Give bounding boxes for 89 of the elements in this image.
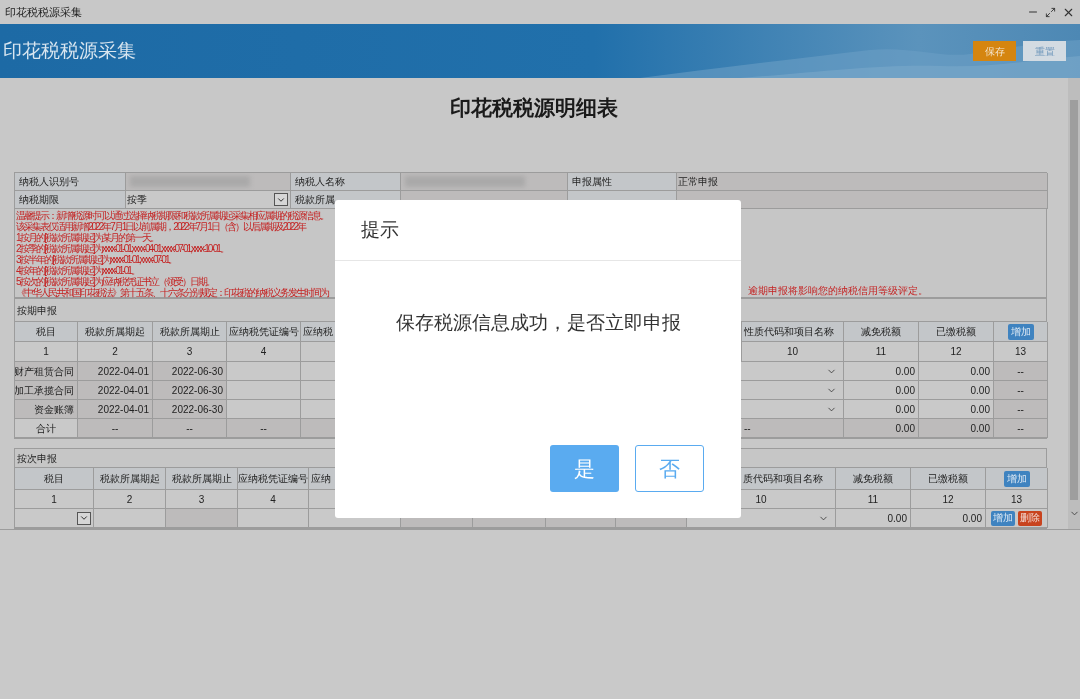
- table-cell: --: [742, 419, 844, 438]
- table-cell: 0.00: [844, 400, 919, 419]
- table-cell: 2022-04-01: [78, 400, 153, 419]
- table-cell: 0.00: [919, 362, 994, 381]
- column-number: 10: [742, 342, 844, 362]
- column-number: 2: [94, 490, 166, 509]
- column-header: 应纳税凭证编号: [238, 468, 309, 490]
- notice-line: 2.按季的[税款所属期起]为xxxx-01-01,xxxx-04-01,xxxx-07-01,xxxx-10-01。: [16, 243, 228, 254]
- column-header: 税款所属期起: [94, 468, 166, 490]
- column-number: 12: [911, 490, 986, 509]
- add-button[interactable]: 增加: [991, 510, 1015, 526]
- table-cell: --: [994, 362, 1048, 381]
- table-cell: 0.00: [911, 509, 986, 528]
- column-number: 11: [844, 342, 919, 362]
- column-number: 3: [166, 490, 238, 509]
- table-cell: 0.00: [844, 419, 919, 438]
- column-number: 3: [153, 342, 227, 362]
- column-header: 应纳税凭证编号: [227, 322, 301, 342]
- field-label: 纳税期限: [15, 191, 126, 209]
- dialog-message: 保存税源信息成功，是否立即申报: [395, 310, 681, 335]
- column-number: 1: [15, 342, 78, 362]
- column-header: 税款所属期止: [153, 322, 227, 342]
- table-cell: 合计: [15, 419, 78, 438]
- column-number: 13: [986, 490, 1048, 509]
- column-number: 1: [15, 490, 94, 509]
- table-cell: --: [994, 419, 1048, 438]
- window-title: 印花税税源采集: [5, 4, 82, 20]
- column-header: 税款所属期起: [78, 322, 153, 342]
- yes-button[interactable]: 是: [550, 445, 619, 492]
- dropdown[interactable]: [15, 509, 94, 528]
- section-title: 按次申报: [17, 451, 57, 466]
- table-cell: --: [78, 419, 153, 438]
- table-cell: 0.00: [919, 419, 994, 438]
- table-cell: 2022-06-30: [153, 362, 227, 381]
- form-title: 印花税税源明细表: [450, 95, 618, 121]
- notice-line: 4.按年的[税款所属期起]为xxxx-01-01。: [16, 265, 139, 276]
- maximize-icon[interactable]: [1045, 6, 1056, 18]
- table-cell: 2022-06-30: [153, 381, 227, 400]
- column-number: 12: [919, 342, 994, 362]
- notice-line: 5.按次的[税款所属期起]为应纳税凭证书立（领受）日期。: [16, 276, 214, 287]
- table-cell: --: [153, 419, 227, 438]
- table-cell: 0.00: [919, 381, 994, 400]
- add-button[interactable]: 增加: [1003, 470, 1030, 487]
- column-number: 2: [78, 342, 153, 362]
- column-number: 11: [836, 490, 911, 509]
- table-cell: 0.00: [836, 509, 911, 528]
- table-cell: 2022-04-01: [78, 362, 153, 381]
- dropdown[interactable]: 按季: [126, 191, 291, 209]
- field-label: 纳税人识别号: [15, 173, 126, 191]
- column-header: 税目: [15, 468, 94, 490]
- table-cell: 0.00: [919, 400, 994, 419]
- table-cell: --: [994, 400, 1048, 419]
- column-header: 税款所属期止: [166, 468, 238, 490]
- save-button[interactable]: 保存: [973, 41, 1016, 61]
- column-number: 4: [227, 342, 301, 362]
- notice-line: 《中华人民共和国印花税法》第十五条、十六条分别规定：印花税的纳税义务发生时间为: [16, 287, 328, 298]
- notice-line: 该采集表仅适用新增2022年7月1日以前属期，2022年7月1日（含）以后属期及2022年: [16, 221, 305, 232]
- table-cell: 加工承揽合同: [15, 381, 78, 400]
- table-cell: --: [227, 419, 301, 438]
- reset-button[interactable]: 重置: [1023, 41, 1066, 61]
- table-cell: 2022-06-30: [153, 400, 227, 419]
- table-cell: 2022-04-01: [78, 381, 153, 400]
- section-title: 按期申报: [17, 303, 57, 318]
- table-cell: 资金账簿: [15, 400, 78, 419]
- field-label: 申报属性: [568, 173, 677, 191]
- no-button[interactable]: 否: [635, 445, 704, 492]
- notice-line: 3.按半年的[税款所属期起]为xxxx-01-01,xxxx-07-01。: [16, 254, 177, 265]
- column-header: 性质代码和项目名称: [742, 322, 844, 342]
- field-value: 正常申报: [677, 173, 1048, 191]
- delete-button[interactable]: 删除: [1018, 510, 1042, 526]
- notice-line: 温馨提示：新增税源时可以通过选择纳税期限和税款所属期起采集相应属期的税源信息。: [16, 210, 328, 221]
- banner-title: 印花税税源采集: [3, 38, 136, 63]
- notice-line: 逾期申报将影响您的纳税信用等级评定。: [748, 285, 928, 296]
- table-cell: 财产租赁合同: [15, 362, 78, 381]
- column-number: 4: [238, 490, 309, 509]
- add-button[interactable]: 增加: [1007, 323, 1034, 340]
- notice-line: 1.按月的[税款所属期起]为某月的第一天。: [16, 232, 158, 243]
- column-header: 已缴税额: [919, 322, 994, 342]
- field-label: 纳税人名称: [291, 173, 401, 191]
- column-header: 减免税额: [836, 468, 911, 490]
- scrollbar[interactable]: [1068, 78, 1080, 529]
- table-cell: --: [994, 381, 1048, 400]
- column-header: 已缴税额: [911, 468, 986, 490]
- table-cell: 0.00: [844, 362, 919, 381]
- column-header: 税目: [15, 322, 78, 342]
- column-header: 减免税额: [844, 322, 919, 342]
- dialog-title: 提示: [361, 217, 399, 242]
- table-cell: 0.00: [844, 381, 919, 400]
- column-number: 13: [994, 342, 1048, 362]
